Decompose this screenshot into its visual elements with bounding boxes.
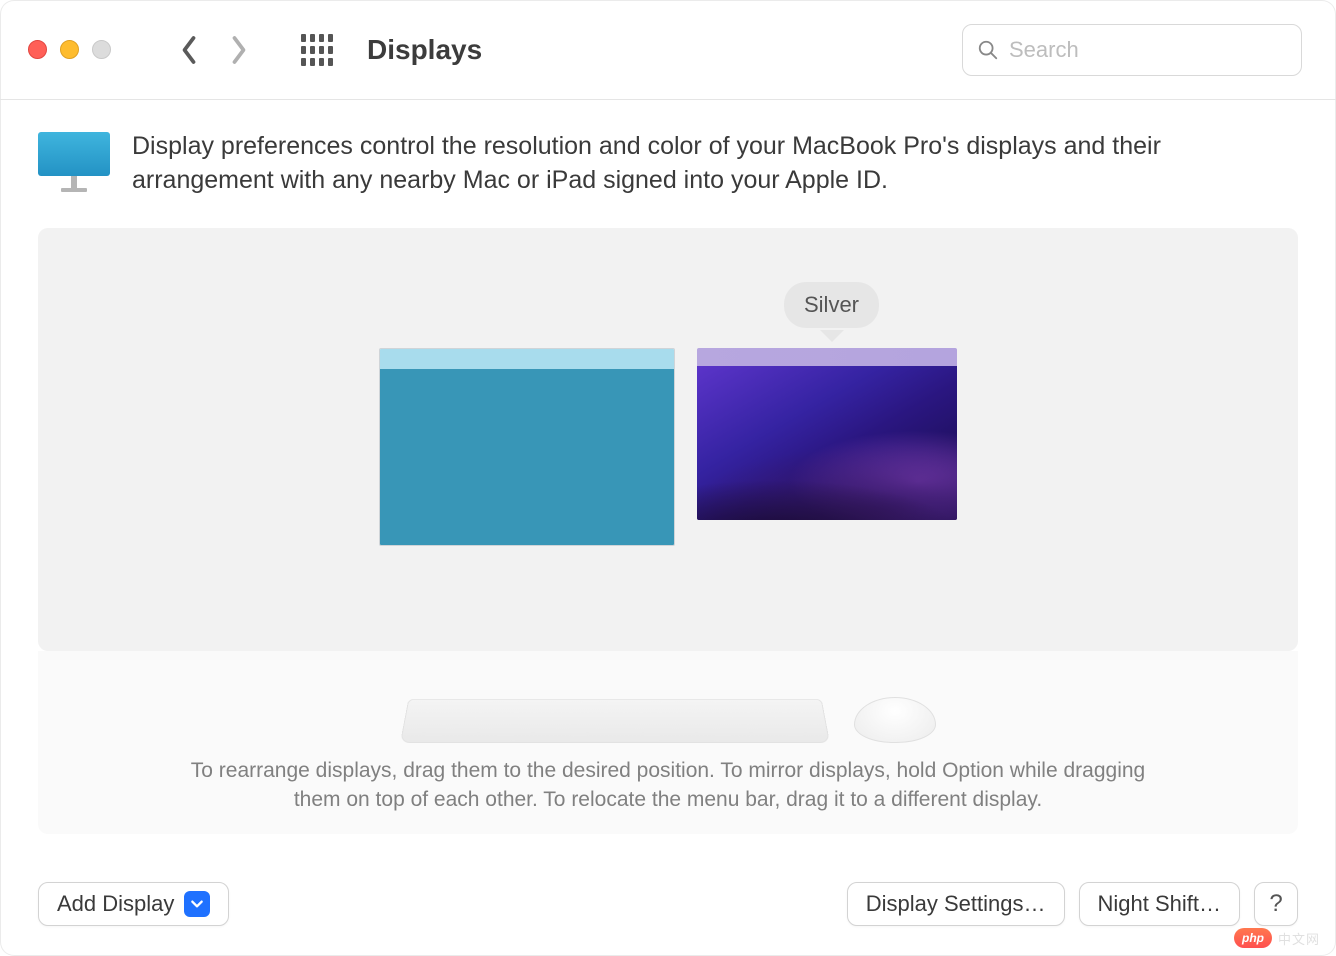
intro-text: Display preferences control the resoluti… [132,130,1298,198]
maximize-button [92,40,111,59]
content-area: Display preferences control the resoluti… [0,100,1336,860]
night-shift-button[interactable]: Night Shift… [1079,882,1241,926]
keyboard-icon [400,699,830,743]
chevron-left-icon [179,35,199,65]
display-tooltip: Silver [784,282,879,328]
add-display-label: Add Display [57,891,174,917]
titlebar: Displays [0,0,1336,100]
arrangement-help-text: To rearrange displays, drag them to the … [168,757,1168,814]
menu-bar-handle[interactable] [380,349,674,369]
add-display-button[interactable]: Add Display [38,882,229,926]
minimize-button[interactable] [60,40,79,59]
night-shift-label: Night Shift… [1098,891,1222,917]
display-secondary[interactable] [697,348,957,520]
help-button[interactable]: ? [1254,882,1298,926]
display-settings-button[interactable]: Display Settings… [847,882,1065,926]
mouse-icon [854,697,936,743]
help-label: ? [1269,890,1282,918]
footer-toolbar: Add Display Display Settings… Night Shif… [0,860,1336,956]
back-button[interactable] [169,30,209,70]
search-field[interactable] [962,24,1302,76]
intro-section: Display preferences control the resoluti… [38,130,1298,198]
page-title: Displays [367,34,482,66]
search-input[interactable] [1009,37,1287,63]
system-preferences-window: Displays Display preferences control the… [0,0,1336,956]
peripherals-illustration [78,671,1258,743]
chevron-down-icon [190,897,204,911]
close-button[interactable] [28,40,47,59]
display-arrangement-area[interactable]: Silver [38,228,1298,652]
peripherals-section: To rearrange displays, drag them to the … [38,651,1298,834]
search-icon [977,39,999,61]
forward-button[interactable] [219,30,259,70]
chevron-right-icon [229,35,249,65]
display-settings-label: Display Settings… [866,891,1046,917]
show-all-preferences-button[interactable] [299,32,335,68]
display-primary[interactable] [379,348,675,546]
dropdown-indicator [184,891,210,917]
window-controls [28,40,111,59]
displays-icon [38,132,110,192]
